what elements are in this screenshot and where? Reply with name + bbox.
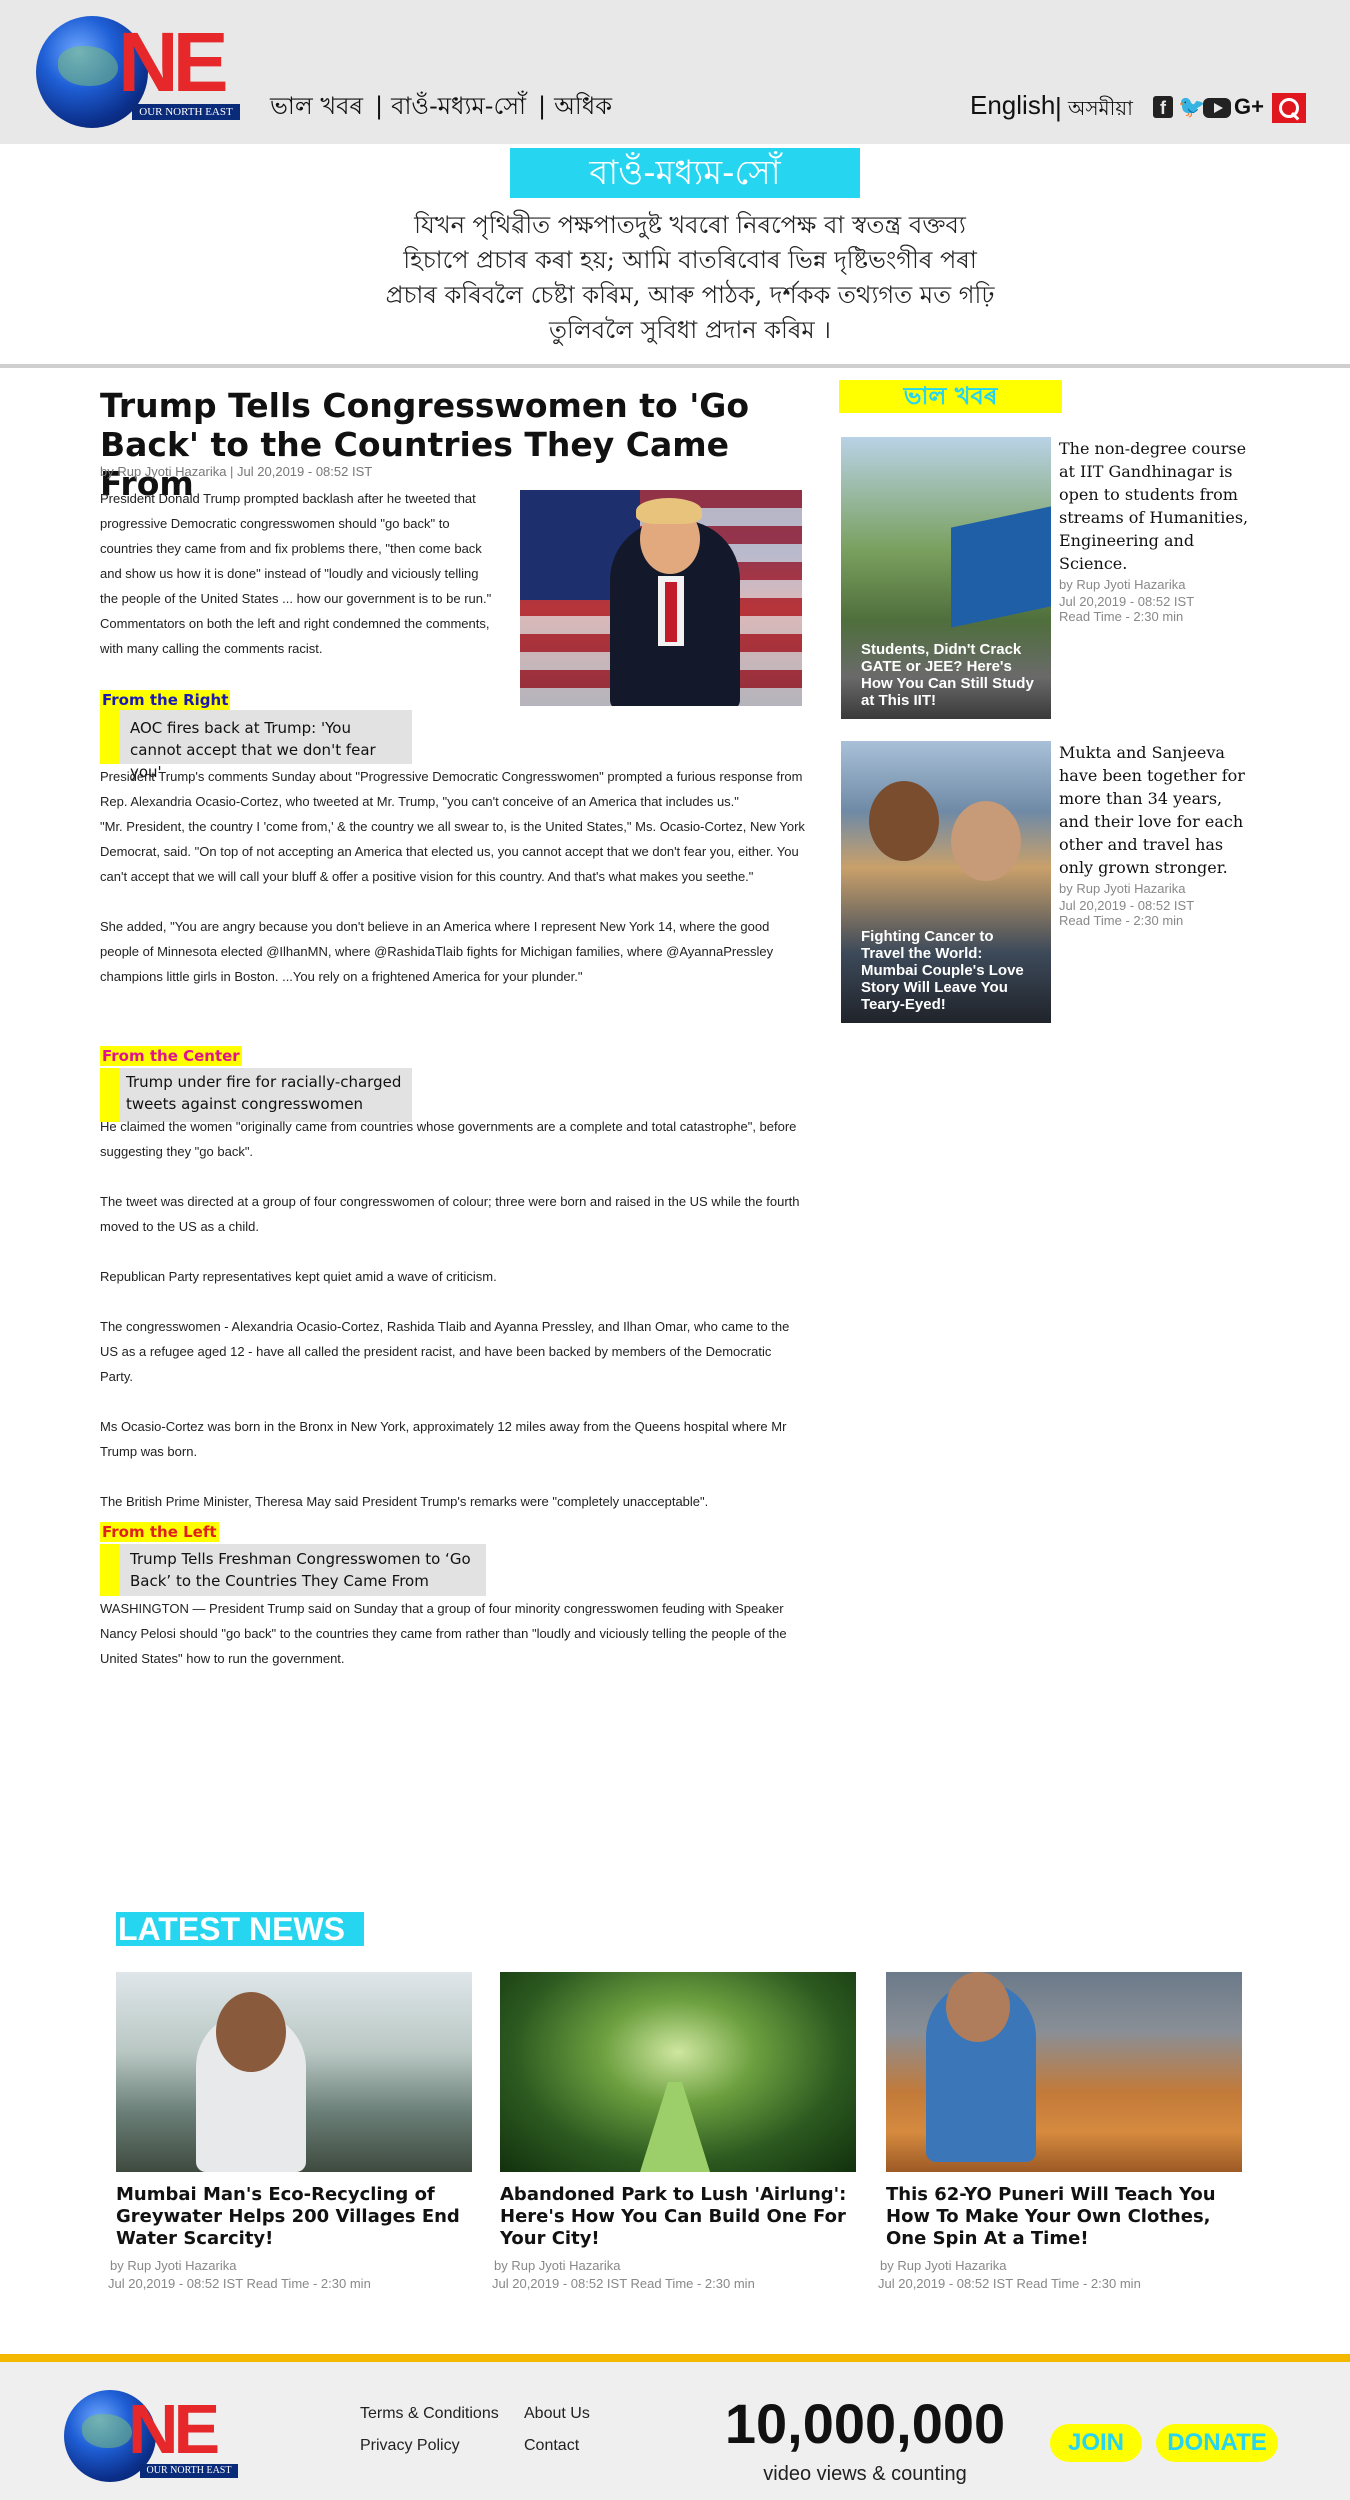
- sidebar-card-author: by Rup Jyoti Hazarika: [1059, 577, 1186, 592]
- views-counter-label: video views & counting: [763, 2463, 967, 2485]
- nav-item-good-news[interactable]: ভাল খবৰ: [270, 92, 363, 120]
- googleplus-icon[interactable]: G+: [1234, 96, 1264, 118]
- footer-accent-line: [0, 2354, 1350, 2362]
- section-description: যিখন পৃথিৱীত পক্ষপাতদুষ্ট খবৰো নিৰপেক্ষ …: [385, 211, 995, 344]
- latest-news-image[interactable]: [500, 1972, 856, 2172]
- footer-link-terms[interactable]: Terms & Conditions: [360, 2405, 499, 2423]
- nav-item-left-center-right[interactable]: বাওঁ-মধ্যম-সোঁ: [391, 92, 526, 120]
- paragraph: WASHINGTON — President Trump said on Sun…: [100, 1601, 787, 1666]
- footer-link-contact[interactable]: Contact: [524, 2437, 579, 2455]
- paragraph: Ms Ocasio-Cortez was born in the Bronx i…: [100, 1419, 787, 1459]
- latest-news-author: by Rup Jyoti Hazarika: [494, 2258, 621, 2273]
- paragraph: The tweet was directed at a group of fou…: [100, 1194, 800, 1234]
- latest-news-image[interactable]: [886, 1972, 1242, 2172]
- divider: [0, 364, 1350, 368]
- lang-separator: |: [1055, 92, 1062, 122]
- latest-news-card[interactable]: Mumbai Man's Eco-Recycling of Greywater …: [108, 1972, 474, 2291]
- paragraph: He claimed the women "originally came fr…: [100, 1119, 797, 1159]
- latest-news-card[interactable]: Abandoned Park to Lush 'Airlung': Here's…: [492, 1972, 858, 2291]
- from-the-center-label: From the Center: [100, 1046, 242, 1066]
- sidebar-card-caption: Fighting Cancer to Travel the World: Mum…: [861, 928, 1024, 1013]
- section-title: বাওঁ-মধ্যম-সোঁ: [510, 148, 860, 198]
- nav-separator: |: [538, 92, 547, 120]
- sidebar-card-author: by Rup Jyoti Hazarika: [1059, 881, 1186, 896]
- latest-news-title: LATEST NEWS: [116, 1912, 364, 1946]
- left-headline-quote[interactable]: Trump Tells Freshman Congresswomen to ‘G…: [100, 1544, 486, 1596]
- sidebar-card-text[interactable]: The non-degree course at IIT Gandhinagar…: [1059, 437, 1251, 575]
- latest-news-image[interactable]: [116, 1972, 472, 2172]
- article-image: [520, 490, 802, 706]
- article-lead: President Donald Trump prompted backlash…: [100, 491, 492, 656]
- youtube-icon[interactable]: [1203, 98, 1231, 118]
- sidebar-card-caption: Students, Didn't Crack GATE or JEE? Here…: [861, 641, 1034, 709]
- sidebar-title: ভাল খবৰ: [839, 380, 1062, 413]
- lang-english[interactable]: English: [970, 90, 1055, 121]
- sidebar-card-date: Jul 20,2019 - 08:52 IST: [1059, 898, 1195, 913]
- twitter-icon[interactable]: 🐦: [1178, 96, 1205, 118]
- logo-wordmark: NE: [118, 15, 229, 109]
- right-body: President Trump's comments Sunday about …: [100, 764, 805, 989]
- nav-item-more[interactable]: অধিক: [554, 92, 612, 120]
- sidebar-card-text[interactable]: Mukta and Sanjeeva have been together fo…: [1059, 741, 1251, 879]
- right-headline-quote[interactable]: AOC fires back at Trump: 'You cannot acc…: [100, 710, 412, 781]
- logo-wordmark: NE: [128, 2390, 220, 2468]
- latest-news-author: by Rup Jyoti Hazarika: [110, 2258, 237, 2273]
- latest-news-author: by Rup Jyoti Hazarika: [880, 2258, 1007, 2273]
- latest-news-meta: Jul 20,2019 - 08:52 IST Read Time - 2:30…: [878, 2276, 1141, 2291]
- nav-separator: |: [375, 92, 384, 120]
- paragraph: She added, "You are angry because you do…: [100, 919, 774, 984]
- main-nav: ভাল খবৰ | বাওঁ-মধ্যম-সোঁ | অধিক: [270, 88, 616, 128]
- left-body: WASHINGTON — President Trump said on Sun…: [100, 1596, 805, 1671]
- footer-logo[interactable]: NE OUR NORTH EAST: [64, 2390, 240, 2486]
- paragraph: "Mr. President, the country I 'come from…: [100, 819, 805, 884]
- latest-news-meta: Jul 20,2019 - 08:52 IST Read Time - 2:30…: [108, 2276, 371, 2291]
- search-icon[interactable]: [1272, 93, 1306, 123]
- views-counter: 10,000,000: [724, 2392, 1006, 2455]
- paragraph: The congresswomen - Alexandria Ocasio-Co…: [100, 1319, 790, 1384]
- latest-news-headline[interactable]: Abandoned Park to Lush 'Airlung': Here's…: [500, 2184, 856, 2250]
- latest-news-meta: Jul 20,2019 - 08:52 IST Read Time - 2:30…: [492, 2276, 755, 2291]
- article-byline: by Rup Jyoti Hazarika | Jul 20,2019 - 08…: [100, 464, 373, 479]
- site-logo[interactable]: NE OUR NORTH EAST: [36, 16, 242, 128]
- paragraph: The British Prime Minister, Theresa May …: [100, 1494, 709, 1509]
- logo-tagline: OUR NORTH EAST: [132, 104, 240, 120]
- from-the-left-label: From the Left: [100, 1522, 219, 1542]
- latest-news-headline[interactable]: This 62-YO Puneri Will Teach You How To …: [886, 2184, 1242, 2250]
- center-body: He claimed the women "originally came fr…: [100, 1114, 805, 1514]
- sidebar-card-date: Jul 20,2019 - 08:52 IST: [1059, 594, 1195, 609]
- latest-news-headline[interactable]: Mumbai Man's Eco-Recycling of Greywater …: [116, 2184, 472, 2250]
- from-the-right-label: From the Right: [100, 690, 231, 710]
- right-headline-text: AOC fires back at Trump: 'You cannot acc…: [120, 710, 412, 781]
- paragraph: Republican Party representatives kept qu…: [100, 1269, 497, 1284]
- sidebar-card-image[interactable]: Fighting Cancer to Travel the World: Mum…: [841, 741, 1051, 1023]
- facebook-icon[interactable]: f: [1153, 96, 1173, 118]
- latest-news-card[interactable]: This 62-YO Puneri Will Teach You How To …: [878, 1972, 1244, 2291]
- lang-assamese[interactable]: অসমীয়া: [1068, 94, 1133, 127]
- logo-tagline: OUR NORTH EAST: [140, 2464, 238, 2478]
- site-header: NE OUR NORTH EAST ভাল খবৰ | বাওঁ-মধ্যম-সোঁ…: [0, 0, 1350, 144]
- donate-button[interactable]: DONATE: [1156, 2424, 1278, 2462]
- left-headline-text: Trump Tells Freshman Congresswomen to ‘G…: [120, 1544, 486, 1596]
- sidebar-card-read-time: Read Time - 2:30 min: [1059, 913, 1184, 928]
- footer-link-privacy[interactable]: Privacy Policy: [360, 2437, 460, 2455]
- paragraph: President Trump's comments Sunday about …: [100, 769, 803, 809]
- footer-link-about[interactable]: About Us: [524, 2405, 590, 2423]
- join-button[interactable]: JOIN: [1050, 2424, 1142, 2462]
- sidebar-card-image[interactable]: Students, Didn't Crack GATE or JEE? Here…: [841, 437, 1051, 719]
- sidebar-card-read-time: Read Time - 2:30 min: [1059, 609, 1184, 624]
